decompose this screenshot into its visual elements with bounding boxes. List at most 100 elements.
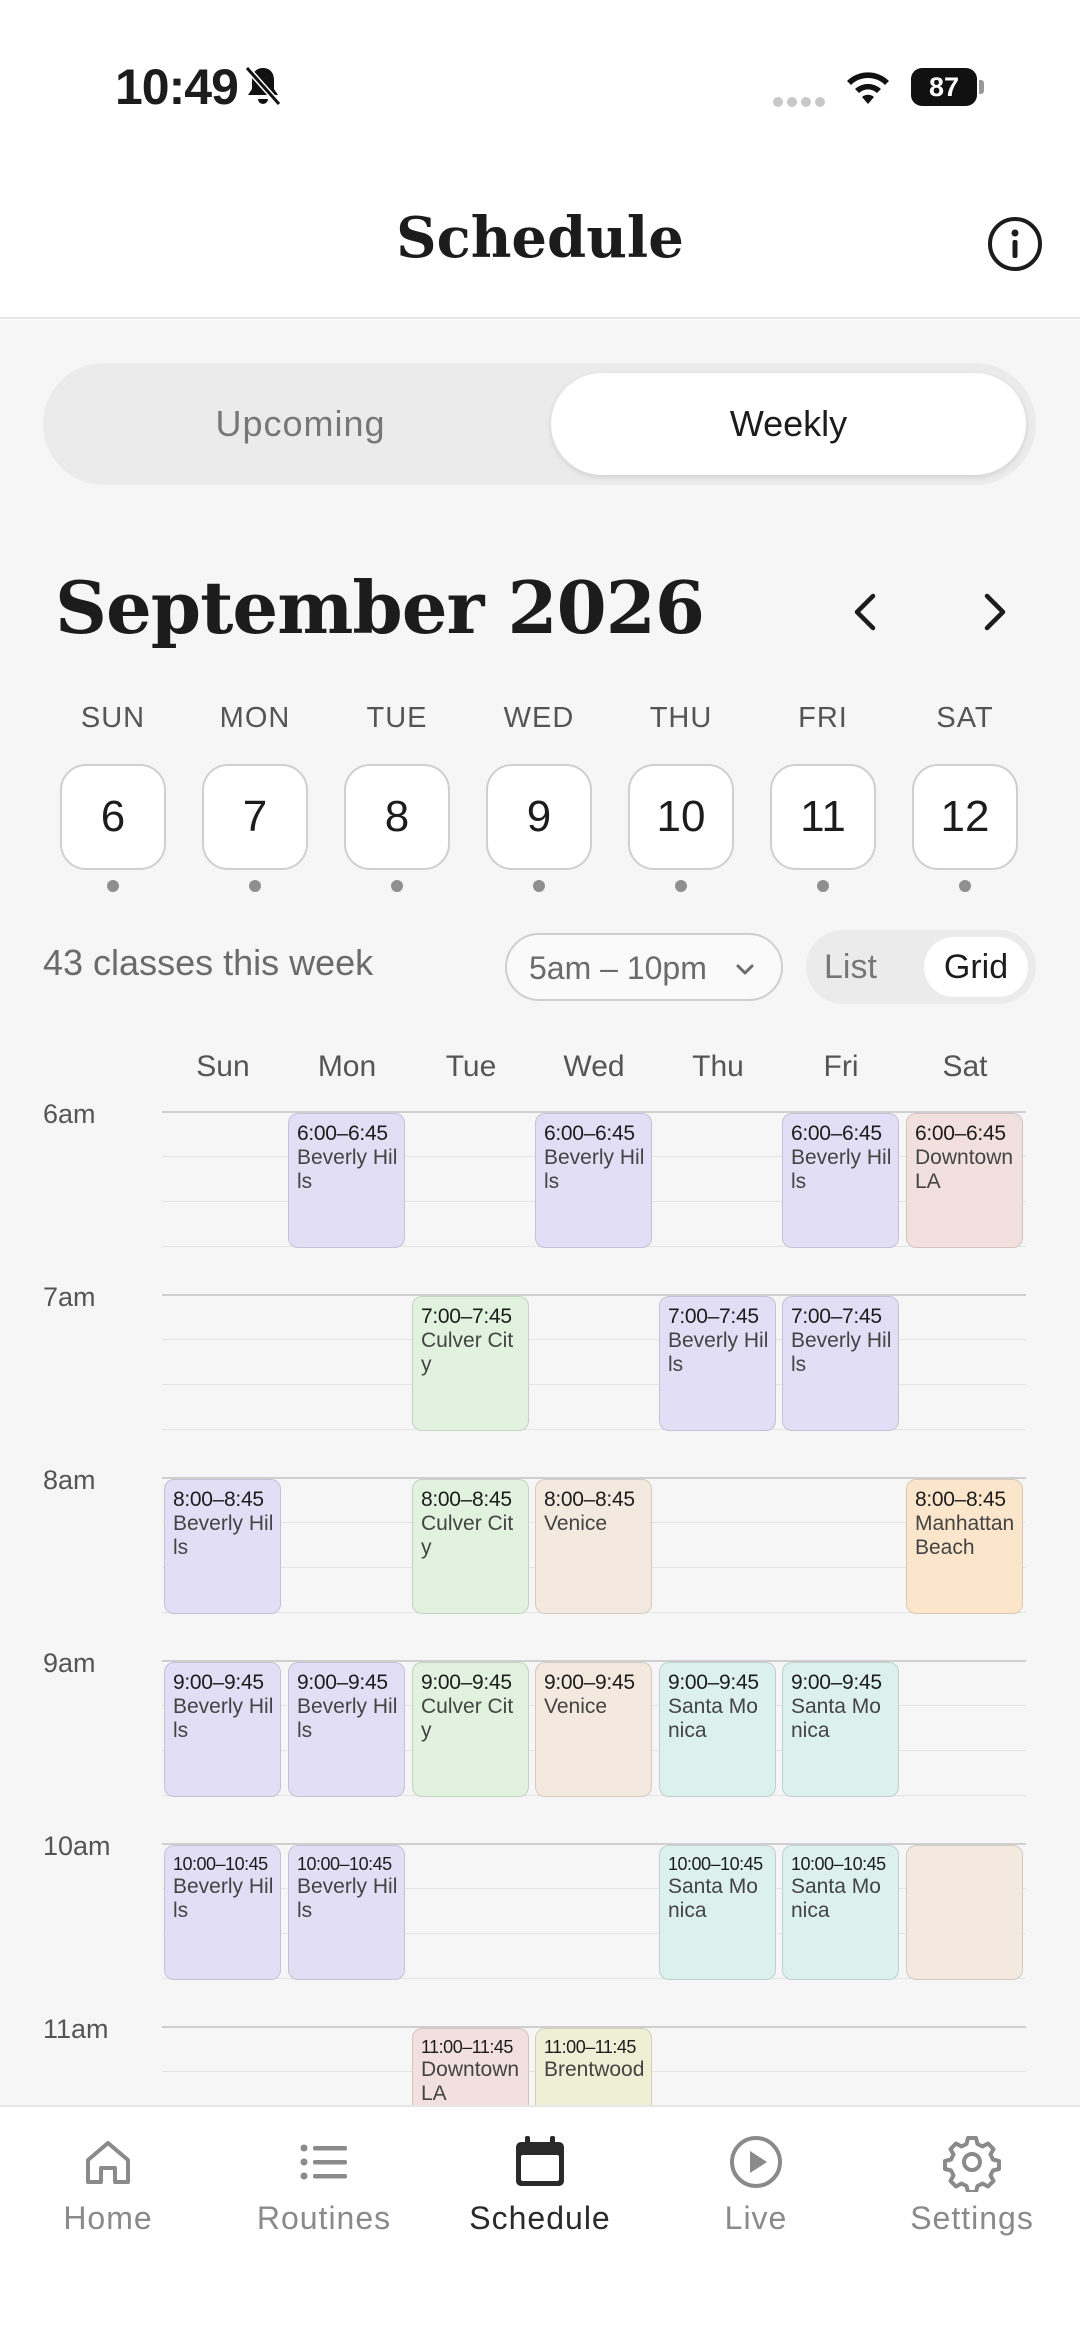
class-event[interactable]: 6:00–6:45 Beverly Hills — [782, 1113, 899, 1248]
class-event[interactable]: 8:00–8:45 Venice — [535, 1479, 652, 1614]
class-time: 6:00–6:45 — [915, 1122, 1006, 1145]
time-range-label: 5am – 10pm — [529, 950, 707, 986]
class-event[interactable]: 6:00–6:45 Beverly Hills — [535, 1113, 652, 1248]
day-selector-mon[interactable]: MON 7 — [201, 702, 309, 892]
tab-home-label: Home — [63, 2200, 153, 2236]
class-location: Beverly Hills — [173, 1875, 274, 1922]
list-icon — [300, 2144, 347, 2180]
grid-column-header: Tue — [445, 1050, 497, 1083]
tab-routines[interactable]: Routines — [216, 2132, 432, 2237]
day-name: FRI — [798, 702, 848, 734]
class-event[interactable] — [906, 1845, 1023, 1980]
class-location: Beverly Hills — [791, 1329, 892, 1376]
day-date: 11 — [770, 764, 876, 870]
class-event[interactable]: 10:00–10:45 Santa Monica — [659, 1845, 776, 1980]
class-event[interactable]: 10:00–10:45 Santa Monica — [782, 1845, 899, 1980]
view-grid-option[interactable]: Grid — [924, 937, 1028, 997]
class-event[interactable]: 7:00–7:45 Beverly Hills — [659, 1296, 776, 1431]
schedule-content[interactable]: Upcoming Weekly September 2026 SUN 6 MON 7 T… — [0, 320, 1080, 2105]
hour-label: 6am — [43, 1099, 96, 1129]
class-location: Beverly Hills — [791, 1146, 892, 1193]
segment-upcoming[interactable]: Upcoming — [53, 373, 548, 475]
day-date: 12 — [912, 764, 1018, 870]
day-date: 10 — [628, 764, 734, 870]
day-selector-thu[interactable]: THU 10 — [627, 702, 735, 892]
class-location: Santa Monica — [791, 1695, 881, 1742]
segment-weekly[interactable]: Weekly — [551, 373, 1026, 475]
tab-live-label: Live — [724, 2200, 788, 2236]
class-time: 10:00–10:45 — [791, 1854, 886, 1874]
class-location: Santa Monica — [668, 1875, 758, 1922]
class-event[interactable]: 9:00–9:45 Beverly Hills — [164, 1662, 281, 1797]
day-selector-wed[interactable]: WED 9 — [485, 702, 593, 892]
hour-gridline — [162, 1843, 1026, 1845]
class-event[interactable]: 11:00–11:45 Brentwood — [535, 2028, 652, 2105]
class-time: 10:00–10:45 — [297, 1854, 392, 1874]
chevron-right-icon[interactable] — [975, 582, 1015, 642]
hour-label: 8am — [43, 1465, 96, 1495]
class-time: 9:00–9:45 — [668, 1671, 759, 1694]
class-time: 11:00–11:45 — [421, 2037, 513, 2057]
info-icon[interactable] — [987, 216, 1043, 272]
tab-schedule[interactable]: Schedule — [432, 2132, 648, 2237]
class-location: Culver City — [421, 1695, 514, 1742]
class-event[interactable]: 7:00–7:45 Beverly Hills — [782, 1296, 899, 1431]
class-time: 9:00–9:45 — [297, 1671, 388, 1694]
tab-bar: Home Routines Schedule Live Settings — [0, 2105, 1080, 2348]
class-event[interactable]: 6:00–6:45 Beverly Hills — [288, 1113, 405, 1248]
has-classes-dot — [533, 880, 545, 892]
class-location: Beverly Hills — [668, 1329, 769, 1376]
view-list-option[interactable]: List — [824, 948, 877, 987]
day-date: 7 — [202, 764, 308, 870]
tab-live[interactable]: Live — [648, 2132, 864, 2237]
class-event[interactable]: 9:00–9:45 Beverly Hills — [288, 1662, 405, 1797]
class-time: 10:00–10:45 — [173, 1854, 268, 1874]
class-time: 11:00–11:45 — [544, 2037, 636, 2057]
class-event[interactable]: 7:00–7:45 Culver City — [412, 1296, 529, 1431]
day-name: TUE — [366, 702, 428, 734]
class-event[interactable]: 9:00–9:45 Santa Monica — [782, 1662, 899, 1797]
class-location: Beverly Hills — [297, 1146, 398, 1193]
battery-level: 87 — [911, 68, 977, 106]
day-selector-sat[interactable]: SAT 12 — [911, 702, 1019, 892]
class-event[interactable]: 8:00–8:45 Beverly Hills — [164, 1479, 281, 1614]
class-event[interactable]: 11:00–11:45 Downtown LA — [412, 2028, 529, 2105]
hour-gridline — [162, 1294, 1026, 1296]
class-location: Santa Monica — [668, 1695, 758, 1742]
class-location: Venice — [544, 1512, 608, 1535]
app-header: Schedule — [0, 175, 1080, 319]
class-location: Culver City — [421, 1512, 514, 1559]
class-location: Downtown LA — [421, 2058, 520, 2105]
gear-icon — [943, 2136, 1001, 2192]
time-range-dropdown[interactable]: 5am – 10pm — [505, 933, 783, 1001]
day-selector-tue[interactable]: TUE 8 — [343, 702, 451, 892]
tab-settings-label: Settings — [910, 2200, 1034, 2236]
tab-settings[interactable]: Settings — [864, 2132, 1080, 2237]
day-name: THU — [649, 702, 713, 734]
page-title: Schedule — [396, 205, 684, 271]
day-selector-fri[interactable]: FRI 11 — [769, 702, 877, 892]
class-location: Venice — [544, 1695, 608, 1718]
day-selector-sun[interactable]: SUN 6 — [59, 702, 167, 892]
class-event[interactable]: 9:00–9:45 Venice — [535, 1662, 652, 1797]
class-event[interactable]: 10:00–10:45 Beverly Hills — [288, 1845, 405, 1980]
class-time: 7:00–7:45 — [791, 1305, 882, 1328]
battery-icon: 87 — [911, 68, 985, 106]
class-time: 9:00–9:45 — [544, 1671, 635, 1694]
class-count: 43 classes this week — [43, 942, 374, 983]
class-time: 8:00–8:45 — [544, 1488, 635, 1511]
class-event[interactable]: 8:00–8:45 Culver City — [412, 1479, 529, 1614]
class-event[interactable]: 9:00–9:45 Santa Monica — [659, 1662, 776, 1797]
class-event[interactable]: 9:00–9:45 Culver City — [412, 1662, 529, 1797]
class-event[interactable]: 10:00–10:45 Beverly Hills — [164, 1845, 281, 1980]
class-event[interactable]: 6:00–6:45 Downtown LA — [906, 1113, 1023, 1248]
tab-home[interactable]: Home — [0, 2132, 216, 2237]
day-date: 6 — [60, 764, 166, 870]
class-event[interactable]: 8:00–8:45 Manhattan Beach — [906, 1479, 1023, 1614]
class-time: 9:00–9:45 — [791, 1671, 882, 1694]
chevron-left-icon[interactable] — [845, 582, 885, 642]
class-location: Beverly Hills — [297, 1875, 398, 1922]
class-time: 8:00–8:45 — [915, 1488, 1006, 1511]
tab-schedule-label: Schedule — [469, 2200, 611, 2236]
grid-column-header: Wed — [563, 1050, 625, 1083]
